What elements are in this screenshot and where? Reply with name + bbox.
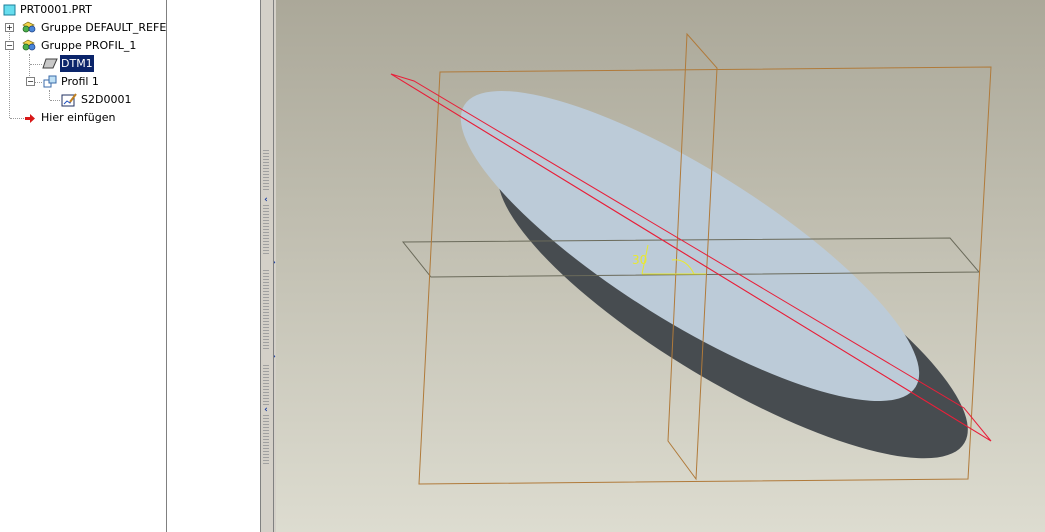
- collapse-left-arrow-icon[interactable]: ‹: [262, 195, 270, 205]
- tree-item-part[interactable]: PRT0001.PRT: [0, 1, 166, 18]
- panel-gap: [167, 0, 260, 532]
- tree-item-group-default-reference[interactable]: + Gruppe DEFAULT_REFEF: [0, 19, 166, 36]
- collapse-left-arrow-icon[interactable]: ‹: [262, 405, 270, 415]
- splitter-edge: [273, 0, 274, 532]
- splitter-grip: [263, 270, 269, 350]
- viewport-canvas[interactable]: 30: [276, 0, 1045, 532]
- tree-item-insert-here[interactable]: Hier einfügen: [0, 109, 166, 126]
- tree-item-label: Profil 1: [61, 75, 99, 88]
- expand-toggle[interactable]: +: [5, 23, 14, 32]
- graphics-viewport[interactable]: 30: [276, 0, 1045, 532]
- splitter-grip: [263, 150, 269, 190]
- tree-item-label: DTM1: [60, 55, 94, 72]
- splitter-grip: [263, 415, 269, 465]
- tree-item-label: PRT0001.PRT: [20, 3, 92, 16]
- splitter-grip: [263, 365, 269, 405]
- tree-item-dtm1[interactable]: DTM1: [0, 55, 166, 72]
- splitter-bar[interactable]: ‹ › › ‹: [260, 0, 276, 532]
- disk-top-face[interactable]: [424, 41, 956, 452]
- tree-item-profil-1[interactable]: − Profil 1: [0, 73, 166, 90]
- splitter-grip: [263, 205, 269, 255]
- tree-item-label: S2D0001: [81, 93, 132, 106]
- collapse-toggle[interactable]: −: [26, 77, 35, 86]
- dtm1-datum-plane-edge: [390, 73, 992, 442]
- tree-item-label: Gruppe PROFIL_1: [41, 39, 137, 52]
- tree-item-label: Gruppe DEFAULT_REFEF: [41, 21, 166, 34]
- collapse-toggle[interactable]: −: [5, 41, 14, 50]
- tree-item-sketch[interactable]: S2D0001: [0, 91, 166, 108]
- tree-item-label: Hier einfügen: [41, 111, 116, 124]
- model-tree: PRT0001.PRT + Gruppe DEFAULT_REFEF − Gru…: [0, 0, 166, 532]
- tree-item-group-profil[interactable]: − Gruppe PROFIL_1: [0, 37, 166, 54]
- dimension-label[interactable]: 30: [632, 253, 647, 267]
- insert-here-arrow-icon: [24, 112, 36, 129]
